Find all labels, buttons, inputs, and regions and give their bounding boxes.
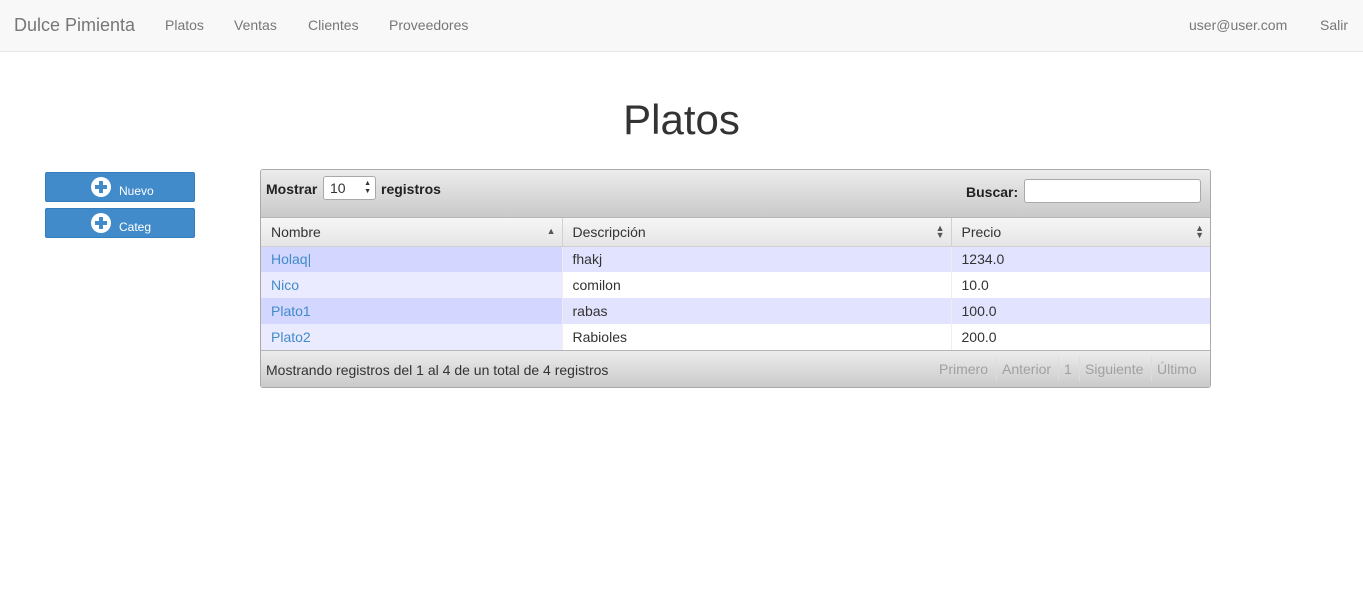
cell-nombre: Plato1 [261,298,563,324]
plato-link[interactable]: Holaq| [271,251,311,267]
platos-datatable: Mostrar 10 ▲ ▼ registros Buscar: Nombre ▲… [260,169,1211,388]
pagination-previous[interactable]: Anterior [996,357,1056,381]
plus-circle-icon [91,213,111,233]
sort-both-icon: ▲ ▼ [1195,223,1204,240]
column-header-nombre[interactable]: Nombre ▲ [261,218,563,247]
table-row[interactable]: Plato2 Rabioles 200.0 [261,324,1210,350]
table-info: Mostrando registros del 1 al 4 de un tot… [266,362,609,378]
cell-descripcion: fhakj [562,246,952,272]
logout-link[interactable]: Salir [1320,17,1348,33]
nav-link-ventas[interactable]: Ventas [234,17,277,33]
brand-link[interactable]: Dulce Pimienta [14,15,135,36]
pagination-last[interactable]: Último [1151,357,1202,381]
column-header-label: Descripción [572,223,646,240]
cell-precio: 1234.0 [951,246,1210,272]
page-length-value: 10 [330,180,346,196]
platos-table: Nombre ▲ Descripción ▲ ▼ Precio ▲ ▼ Holaq|… [261,218,1210,350]
new-button-label: Nuevo [119,184,154,198]
search-label: Buscar: [966,184,1019,200]
table-row[interactable]: Plato1 rabas 100.0 [261,298,1210,324]
cell-descripcion: Rabioles [562,324,952,350]
nav-link-platos[interactable]: Platos [165,17,204,33]
plus-circle-icon [91,177,111,197]
column-header-descripcion[interactable]: Descripción ▲ ▼ [562,218,952,247]
top-navbar: Dulce Pimienta Platos Ventas Clientes Pr… [0,0,1363,52]
cell-precio: 10.0 [951,272,1210,298]
table-row[interactable]: Holaq| fhakj 1234.0 [261,246,1210,272]
nav-link-proveedores[interactable]: Proveedores [389,17,468,33]
category-button-label: Categ [119,220,152,234]
table-header-row: Nombre ▲ Descripción ▲ ▼ Precio ▲ ▼ [261,218,1210,247]
cell-descripcion: comilon [562,272,952,298]
table-footer: Mostrando registros del 1 al 4 de un tot… [261,350,1210,387]
pagination-page-1[interactable]: 1 [1058,357,1077,381]
cell-precio: 200.0 [951,324,1210,350]
plato-link[interactable]: Nico [271,277,299,293]
nav-link-clientes[interactable]: Clientes [308,17,359,33]
column-header-label: Nombre [271,223,321,240]
pagination-next[interactable]: Siguiente [1079,357,1148,381]
new-plato-button[interactable]: Nuevo [45,172,195,202]
sort-asc-icon: ▲ [546,226,556,236]
pagination-first[interactable]: Primero [934,357,993,381]
cell-precio: 100.0 [951,298,1210,324]
cell-nombre: Nico [261,272,563,298]
user-email-link[interactable]: user@user.com [1189,17,1287,33]
cell-descripcion: rabas [562,298,952,324]
page-title: Platos [623,96,740,143]
column-header-precio[interactable]: Precio ▲ ▼ [951,218,1210,247]
plato-link[interactable]: Plato1 [271,303,311,319]
cell-nombre: Plato2 [261,324,563,350]
table-toolbar: Mostrar 10 ▲ ▼ registros Buscar: [261,170,1210,218]
table-row[interactable]: Nico comilon 10.0 [261,272,1210,298]
page-length-select[interactable]: 10 ▲ ▼ [323,176,376,200]
cell-nombre: Holaq| [261,246,563,272]
column-header-label: Precio [961,223,1002,240]
show-label: Mostrar [266,181,318,197]
category-button[interactable]: Categ [45,208,195,238]
plato-link[interactable]: Plato2 [271,329,311,345]
sort-both-icon: ▲ ▼ [935,223,945,240]
spinner-arrows-icon: ▲ ▼ [364,180,371,195]
records-label: registros [381,181,441,197]
search-input[interactable] [1024,179,1201,203]
